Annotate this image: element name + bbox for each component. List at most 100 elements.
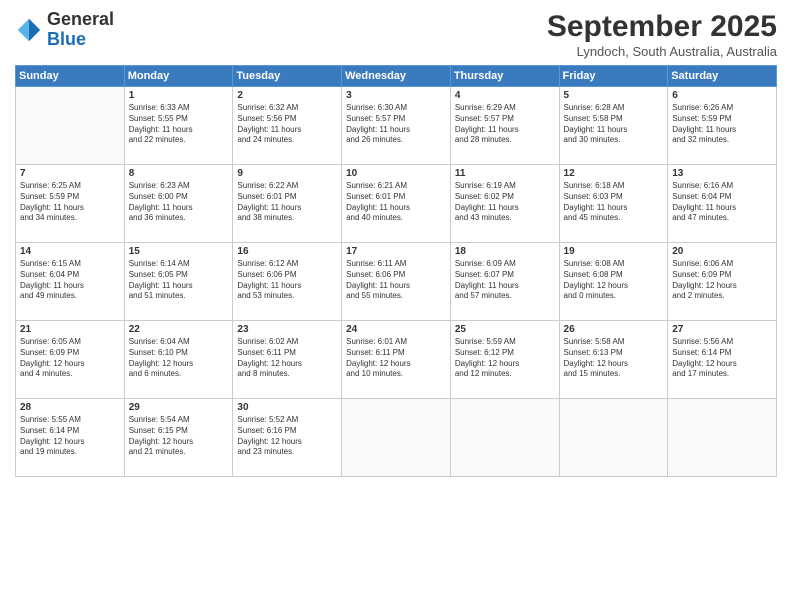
- cell-info: Sunrise: 6:21 AM Sunset: 6:01 PM Dayligh…: [346, 181, 446, 224]
- column-header-friday: Friday: [559, 66, 668, 87]
- title-block: September 2025 Lyndoch, South Australia,…: [547, 10, 777, 59]
- cell-info: Sunrise: 6:22 AM Sunset: 6:01 PM Dayligh…: [237, 181, 337, 224]
- day-number: 28: [20, 402, 120, 413]
- cell-info: Sunrise: 6:28 AM Sunset: 5:58 PM Dayligh…: [564, 103, 664, 146]
- day-number: 23: [237, 324, 337, 335]
- week-row-1: 1 Sunrise: 6:33 AM Sunset: 5:55 PM Daylig…: [16, 87, 777, 165]
- calendar-cell: [342, 399, 451, 477]
- calendar-cell: 11 Sunrise: 6:19 AM Sunset: 6:02 PM Dayli…: [450, 165, 559, 243]
- day-number: 16: [237, 246, 337, 257]
- cell-info: Sunrise: 6:14 AM Sunset: 6:05 PM Dayligh…: [129, 259, 229, 302]
- day-number: 3: [346, 90, 446, 101]
- cell-info: Sunrise: 5:52 AM Sunset: 6:16 PM Dayligh…: [237, 415, 337, 458]
- page: General Blue September 2025 Lyndoch, Sou…: [0, 0, 792, 612]
- day-number: 1: [129, 90, 229, 101]
- cell-info: Sunrise: 6:25 AM Sunset: 5:59 PM Dayligh…: [20, 181, 120, 224]
- cell-info: Sunrise: 6:06 AM Sunset: 6:09 PM Dayligh…: [672, 259, 772, 302]
- cell-info: Sunrise: 6:01 AM Sunset: 6:11 PM Dayligh…: [346, 337, 446, 380]
- calendar-cell: 10 Sunrise: 6:21 AM Sunset: 6:01 PM Dayli…: [342, 165, 451, 243]
- cell-info: Sunrise: 5:54 AM Sunset: 6:15 PM Dayligh…: [129, 415, 229, 458]
- day-number: 6: [672, 90, 772, 101]
- calendar-cell: 16 Sunrise: 6:12 AM Sunset: 6:06 PM Dayli…: [233, 243, 342, 321]
- calendar-cell: 22Sunrise: 6:04 AM Sunset: 6:10 PM Dayli…: [124, 321, 233, 399]
- column-header-monday: Monday: [124, 66, 233, 87]
- column-header-sunday: Sunday: [16, 66, 125, 87]
- day-number: 26: [564, 324, 664, 335]
- header: General Blue September 2025 Lyndoch, Sou…: [15, 10, 777, 59]
- day-number: 27: [672, 324, 772, 335]
- calendar-cell: 4 Sunrise: 6:29 AM Sunset: 5:57 PM Daylig…: [450, 87, 559, 165]
- calendar-cell: 7 Sunrise: 6:25 AM Sunset: 5:59 PM Daylig…: [16, 165, 125, 243]
- logo-icon: [15, 16, 43, 44]
- column-header-saturday: Saturday: [668, 66, 777, 87]
- cell-info: Sunrise: 6:18 AM Sunset: 6:03 PM Dayligh…: [564, 181, 664, 224]
- day-number: 8: [129, 168, 229, 179]
- day-number: 5: [564, 90, 664, 101]
- day-number: 2: [237, 90, 337, 101]
- column-header-tuesday: Tuesday: [233, 66, 342, 87]
- logo: General Blue: [15, 10, 114, 50]
- day-number: 11: [455, 168, 555, 179]
- day-number: 30: [237, 402, 337, 413]
- day-number: 20: [672, 246, 772, 257]
- logo-text: General Blue: [47, 10, 114, 50]
- cell-info: Sunrise: 5:59 AM Sunset: 6:12 PM Dayligh…: [455, 337, 555, 380]
- calendar-cell: 1 Sunrise: 6:33 AM Sunset: 5:55 PM Daylig…: [124, 87, 233, 165]
- day-number: 15: [129, 246, 229, 257]
- day-number: 18: [455, 246, 555, 257]
- cell-info: Sunrise: 6:08 AM Sunset: 6:08 PM Dayligh…: [564, 259, 664, 302]
- calendar-cell: 28 Sunrise: 5:55 AM Sunset: 6:14 PM Dayli…: [16, 399, 125, 477]
- day-number: 25: [455, 324, 555, 335]
- day-number: 14: [20, 246, 120, 257]
- calendar-cell: 18Sunrise: 6:09 AM Sunset: 6:07 PM Dayli…: [450, 243, 559, 321]
- calendar-cell: 17Sunrise: 6:11 AM Sunset: 6:06 PM Dayli…: [342, 243, 451, 321]
- day-number: 22: [129, 324, 229, 335]
- calendar-cell: 12 Sunrise: 6:18 AM Sunset: 6:03 PM Dayli…: [559, 165, 668, 243]
- column-header-wednesday: Wednesday: [342, 66, 451, 87]
- cell-info: Sunrise: 6:32 AM Sunset: 5:56 PM Dayligh…: [237, 103, 337, 146]
- calendar-cell: 2 Sunrise: 6:32 AM Sunset: 5:56 PM Daylig…: [233, 87, 342, 165]
- cell-info: Sunrise: 6:30 AM Sunset: 5:57 PM Dayligh…: [346, 103, 446, 146]
- calendar-cell: [668, 399, 777, 477]
- cell-info: Sunrise: 6:12 AM Sunset: 6:06 PM Dayligh…: [237, 259, 337, 302]
- day-number: 4: [455, 90, 555, 101]
- day-number: 9: [237, 168, 337, 179]
- day-number: 13: [672, 168, 772, 179]
- calendar-cell: 5 Sunrise: 6:28 AM Sunset: 5:58 PM Daylig…: [559, 87, 668, 165]
- cell-info: Sunrise: 5:56 AM Sunset: 6:14 PM Dayligh…: [672, 337, 772, 380]
- cell-info: Sunrise: 6:23 AM Sunset: 6:00 PM Dayligh…: [129, 181, 229, 224]
- calendar-cell: [450, 399, 559, 477]
- cell-info: Sunrise: 5:55 AM Sunset: 6:14 PM Dayligh…: [20, 415, 120, 458]
- cell-info: Sunrise: 5:58 AM Sunset: 6:13 PM Dayligh…: [564, 337, 664, 380]
- month-title: September 2025: [547, 10, 777, 44]
- cell-info: Sunrise: 6:33 AM Sunset: 5:55 PM Dayligh…: [129, 103, 229, 146]
- cell-info: Sunrise: 6:29 AM Sunset: 5:57 PM Dayligh…: [455, 103, 555, 146]
- calendar-table: SundayMondayTuesdayWednesdayThursdayFrid…: [15, 65, 777, 477]
- calendar-cell: 20 Sunrise: 6:06 AM Sunset: 6:09 PM Dayli…: [668, 243, 777, 321]
- day-number: 24: [346, 324, 446, 335]
- cell-info: Sunrise: 6:16 AM Sunset: 6:04 PM Dayligh…: [672, 181, 772, 224]
- week-row-3: 14Sunrise: 6:15 AM Sunset: 6:04 PM Dayli…: [16, 243, 777, 321]
- calendar-cell: 21Sunrise: 6:05 AM Sunset: 6:09 PM Dayli…: [16, 321, 125, 399]
- day-number: 29: [129, 402, 229, 413]
- calendar-cell: 13 Sunrise: 6:16 AM Sunset: 6:04 PM Dayli…: [668, 165, 777, 243]
- week-row-2: 7 Sunrise: 6:25 AM Sunset: 5:59 PM Daylig…: [16, 165, 777, 243]
- day-number: 10: [346, 168, 446, 179]
- calendar-cell: 24 Sunrise: 6:01 AM Sunset: 6:11 PM Dayli…: [342, 321, 451, 399]
- cell-info: Sunrise: 6:05 AM Sunset: 6:09 PM Dayligh…: [20, 337, 120, 380]
- calendar-cell: 29 Sunrise: 5:54 AM Sunset: 6:15 PM Dayli…: [124, 399, 233, 477]
- week-row-4: 21Sunrise: 6:05 AM Sunset: 6:09 PM Dayli…: [16, 321, 777, 399]
- calendar-cell: 25 Sunrise: 5:59 AM Sunset: 6:12 PM Dayli…: [450, 321, 559, 399]
- calendar-cell: [559, 399, 668, 477]
- calendar-body: 1 Sunrise: 6:33 AM Sunset: 5:55 PM Daylig…: [16, 87, 777, 477]
- calendar-cell: [16, 87, 125, 165]
- day-number: 17: [346, 246, 446, 257]
- day-number: 7: [20, 168, 120, 179]
- cell-info: Sunrise: 6:19 AM Sunset: 6:02 PM Dayligh…: [455, 181, 555, 224]
- calendar-cell: 3 Sunrise: 6:30 AM Sunset: 5:57 PM Daylig…: [342, 87, 451, 165]
- cell-info: Sunrise: 6:02 AM Sunset: 6:11 PM Dayligh…: [237, 337, 337, 380]
- calendar-cell: 27 Sunrise: 5:56 AM Sunset: 6:14 PM Dayli…: [668, 321, 777, 399]
- week-row-5: 28 Sunrise: 5:55 AM Sunset: 6:14 PM Dayli…: [16, 399, 777, 477]
- calendar-cell: 8 Sunrise: 6:23 AM Sunset: 6:00 PM Daylig…: [124, 165, 233, 243]
- day-number: 12: [564, 168, 664, 179]
